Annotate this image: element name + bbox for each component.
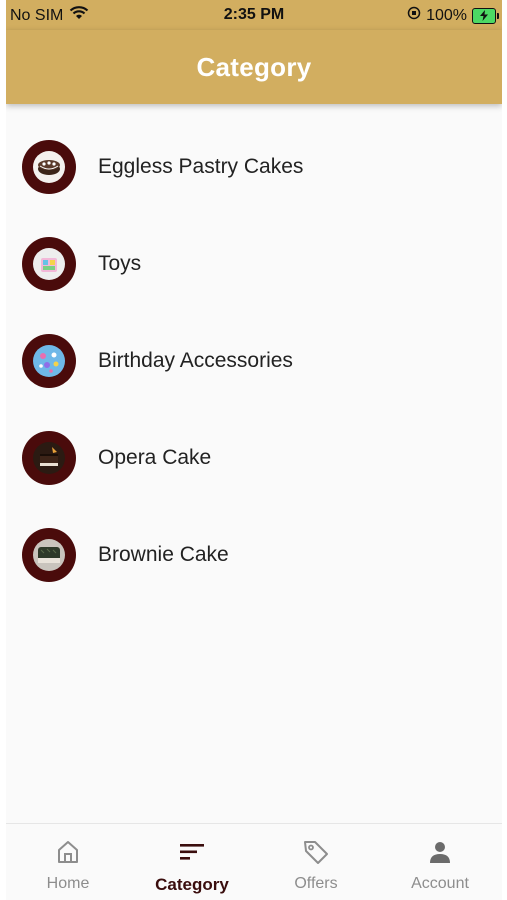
nav-item-offers[interactable]: Offers (254, 824, 378, 900)
nav-label-category: Category (155, 875, 229, 894)
category-item-opera-cake[interactable]: Opera Cake (6, 409, 502, 506)
category-icon (178, 838, 206, 871)
category-label: Eggless Pastry Cakes (98, 154, 304, 178)
category-label: Brownie Cake (98, 542, 229, 566)
nav-item-home[interactable]: Home (6, 824, 130, 900)
category-item-eggless-pastry-cakes[interactable]: Eggless Pastry Cakes (6, 118, 502, 215)
nav-label-home: Home (46, 875, 90, 892)
toys-thumbnail-icon (22, 236, 76, 291)
brownie-cake-thumbnail-icon (22, 527, 76, 582)
status-bar: No SIM 2:35 PM 100% (6, 0, 502, 30)
category-label: Birthday Accessories (98, 348, 293, 372)
category-item-birthday-accessories[interactable]: Birthday Accessories (6, 312, 502, 409)
person-icon (426, 838, 454, 871)
category-label: Toys (98, 251, 142, 275)
category-list: Eggless Pastry Cakes Toys Birthday Acces… (6, 118, 502, 603)
nav-item-category[interactable]: Category (130, 824, 254, 900)
app-bar: Category (6, 30, 502, 104)
category-label: Opera Cake (98, 445, 212, 469)
opera-cake-thumbnail-icon (22, 430, 76, 485)
battery-icon (472, 7, 499, 24)
category-item-toys[interactable]: Toys (6, 215, 502, 312)
bottom-navigation: Home Category Offers Account (6, 823, 502, 900)
cake-thumbnail-icon (22, 139, 76, 194)
status-right: 100% (407, 6, 499, 25)
nav-label-account: Account (411, 875, 469, 892)
home-icon (54, 838, 82, 871)
page-title: Category (196, 51, 312, 82)
category-item-brownie-cake[interactable]: Brownie Cake (6, 506, 502, 603)
orientation-lock-icon (407, 6, 421, 25)
accessories-thumbnail-icon (22, 333, 76, 388)
tag-icon (302, 838, 330, 871)
screen: No SIM 2:35 PM 100% Category Eggless Pas… (6, 0, 502, 900)
nav-label-offers: Offers (294, 875, 338, 892)
battery-percent: 100% (426, 6, 467, 24)
nav-item-account[interactable]: Account (378, 824, 502, 900)
